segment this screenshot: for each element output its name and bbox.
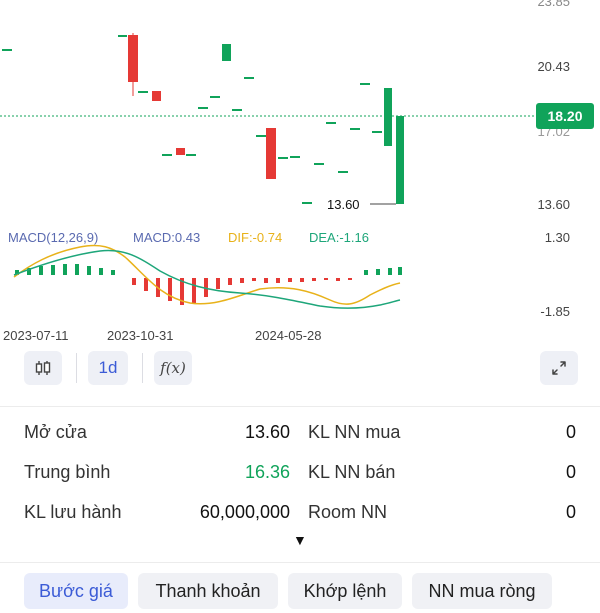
chart-toolbar: 1d f(x) bbox=[0, 349, 600, 389]
expand-icon bbox=[552, 361, 566, 375]
price-chart[interactable]: 13.60 bbox=[0, 0, 600, 222]
candle-down bbox=[176, 148, 185, 155]
candlestick-icon bbox=[35, 361, 51, 375]
min-price-marker: 13.60 bbox=[327, 197, 360, 212]
foreign-room-label: Room NN bbox=[308, 502, 388, 522]
date-label: 2023-10-31 bbox=[107, 328, 174, 343]
toolbar-divider bbox=[76, 353, 77, 383]
tab-matched[interactable]: Khớp lệnh bbox=[288, 573, 402, 609]
expand-button[interactable] bbox=[540, 351, 578, 385]
average-value: 16.36 bbox=[244, 462, 290, 482]
outstanding-value: 60,000,000 bbox=[199, 502, 290, 522]
date-label: 2024-05-28 bbox=[255, 328, 322, 343]
candle-up bbox=[222, 44, 231, 61]
indicator-button[interactable]: f(x) bbox=[154, 351, 192, 385]
tab-price-step[interactable]: Bước giá bbox=[24, 573, 128, 609]
macd-histogram bbox=[15, 264, 402, 305]
tab-foreign-net[interactable]: NN mua ròng bbox=[412, 573, 552, 609]
foreign-sell-label: KL NN bán bbox=[308, 462, 396, 482]
section-divider bbox=[0, 406, 600, 407]
expand-caret-icon[interactable]: ▼ bbox=[293, 532, 307, 548]
price-axis-label: 23.85 bbox=[537, 0, 570, 9]
candles bbox=[2, 35, 382, 204]
date-label: 2023-07-11 bbox=[3, 328, 69, 343]
candle-down bbox=[266, 128, 276, 179]
price-axis-label: 13.60 bbox=[537, 197, 570, 212]
tab-bar: Bước giá Thanh khoản Khớp lệnh NN mua rò… bbox=[0, 573, 600, 613]
section-divider bbox=[0, 562, 600, 563]
info-row: Trung bình 16.36 KL NN bán 0 bbox=[0, 462, 600, 492]
candle-up bbox=[396, 116, 404, 204]
current-price-tag: 18.20 bbox=[536, 103, 594, 129]
info-row: KL lưu hành 60,000,000 Room NN 0 bbox=[0, 502, 600, 532]
open-value: 13.60 bbox=[244, 422, 290, 442]
toolbar-divider bbox=[142, 353, 143, 383]
foreign-buy-value: 0 bbox=[565, 422, 576, 442]
candle-up bbox=[384, 88, 392, 146]
foreign-buy-label: KL NN mua bbox=[308, 422, 401, 442]
price-axis-label: 20.43 bbox=[537, 59, 570, 74]
outstanding-label: KL lưu hành bbox=[24, 502, 122, 522]
tab-liquidity[interactable]: Thanh khoản bbox=[138, 573, 278, 609]
foreign-sell-value: 0 bbox=[565, 462, 576, 482]
candlestick-button[interactable] bbox=[24, 351, 62, 385]
candle-down bbox=[152, 91, 161, 101]
open-label: Mở cửa bbox=[24, 422, 87, 442]
foreign-room-value: 0 bbox=[565, 502, 576, 522]
interval-button[interactable]: 1d bbox=[88, 351, 128, 385]
candle-down bbox=[128, 35, 138, 82]
average-label: Trung bình bbox=[24, 462, 111, 482]
info-row: Mở cửa 13.60 KL NN mua 0 bbox=[0, 422, 600, 452]
macd-chart[interactable] bbox=[0, 225, 600, 335]
